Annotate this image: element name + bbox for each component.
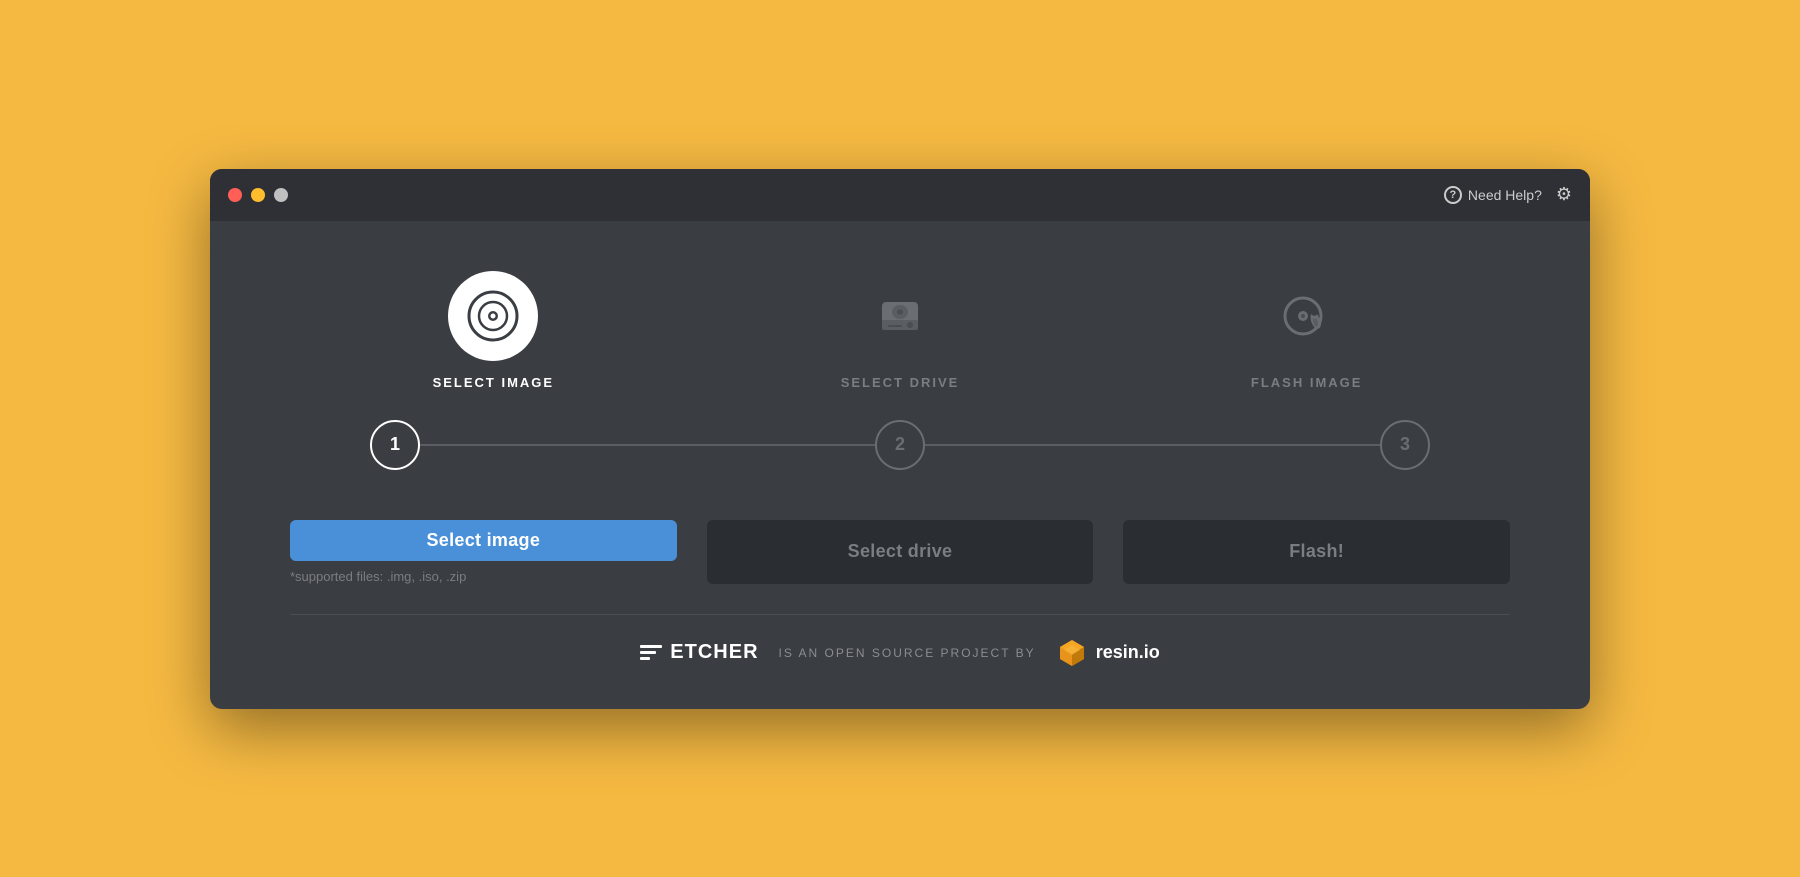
resin-brand-label: resin.io [1096, 642, 1160, 663]
step-1-icon-circle [448, 271, 538, 361]
select-drive-button: Select drive [707, 520, 1094, 584]
etcher-label: ETCHER [670, 641, 758, 664]
step-number-1: 1 [370, 420, 420, 470]
resin-cube-icon [1056, 637, 1088, 669]
step-3-icon-circle [1262, 271, 1352, 361]
help-label: Need Help? [1468, 187, 1542, 203]
maximize-button[interactable] [274, 188, 288, 202]
help-icon: ? [1444, 186, 1462, 204]
step-flash-image: FLASH IMAGE [1103, 271, 1510, 390]
progress-row: 1 2 3 [290, 420, 1510, 470]
footer: ETCHER IS AN OPEN SOURCE PROJECT BY resi… [290, 637, 1510, 679]
traffic-lights [228, 188, 288, 202]
supported-files-text: *supported files: .img, .iso, .zip [290, 569, 677, 584]
disc-icon [467, 290, 519, 342]
step-2-label: SELECT DRIVE [841, 375, 960, 390]
footer-divider [290, 614, 1510, 615]
select-image-button[interactable]: Select image [290, 520, 677, 561]
settings-icon[interactable]: ⚙ [1556, 184, 1572, 205]
flash-button: Flash! [1123, 520, 1510, 584]
close-button[interactable] [228, 188, 242, 202]
step-select-image: SELECT IMAGE [290, 271, 697, 390]
etcher-line-2 [640, 651, 656, 654]
flash-icon [1281, 290, 1333, 342]
main-content: SELECT IMAGE SELECT DRIVE [210, 221, 1590, 709]
titlebar-right: ? Need Help? ⚙ [1444, 184, 1572, 205]
titlebar: ? Need Help? ⚙ [210, 169, 1590, 221]
app-window: ? Need Help? ⚙ SELECT IMAGE [210, 169, 1590, 709]
step-select-drive: SELECT DRIVE [697, 271, 1104, 390]
step-3-label: FLASH IMAGE [1251, 375, 1363, 390]
help-button[interactable]: ? Need Help? [1444, 186, 1542, 204]
buttons-row: Select image *supported files: .img, .is… [290, 520, 1510, 584]
drive-icon [874, 290, 926, 342]
step-2-icon-circle [855, 271, 945, 361]
etcher-logo: ETCHER [640, 641, 758, 664]
etcher-line-1 [640, 645, 662, 648]
step-number-3: 3 [1380, 420, 1430, 470]
footer-tagline: IS AN OPEN SOURCE PROJECT BY [779, 646, 1036, 660]
minimize-button[interactable] [251, 188, 265, 202]
step-number-2: 2 [875, 420, 925, 470]
steps-row: SELECT IMAGE SELECT DRIVE [290, 271, 1510, 390]
etcher-lines-icon [640, 645, 662, 660]
step-1-label: SELECT IMAGE [433, 375, 555, 390]
resin-logo: resin.io [1056, 637, 1160, 669]
etcher-line-3 [640, 657, 650, 660]
